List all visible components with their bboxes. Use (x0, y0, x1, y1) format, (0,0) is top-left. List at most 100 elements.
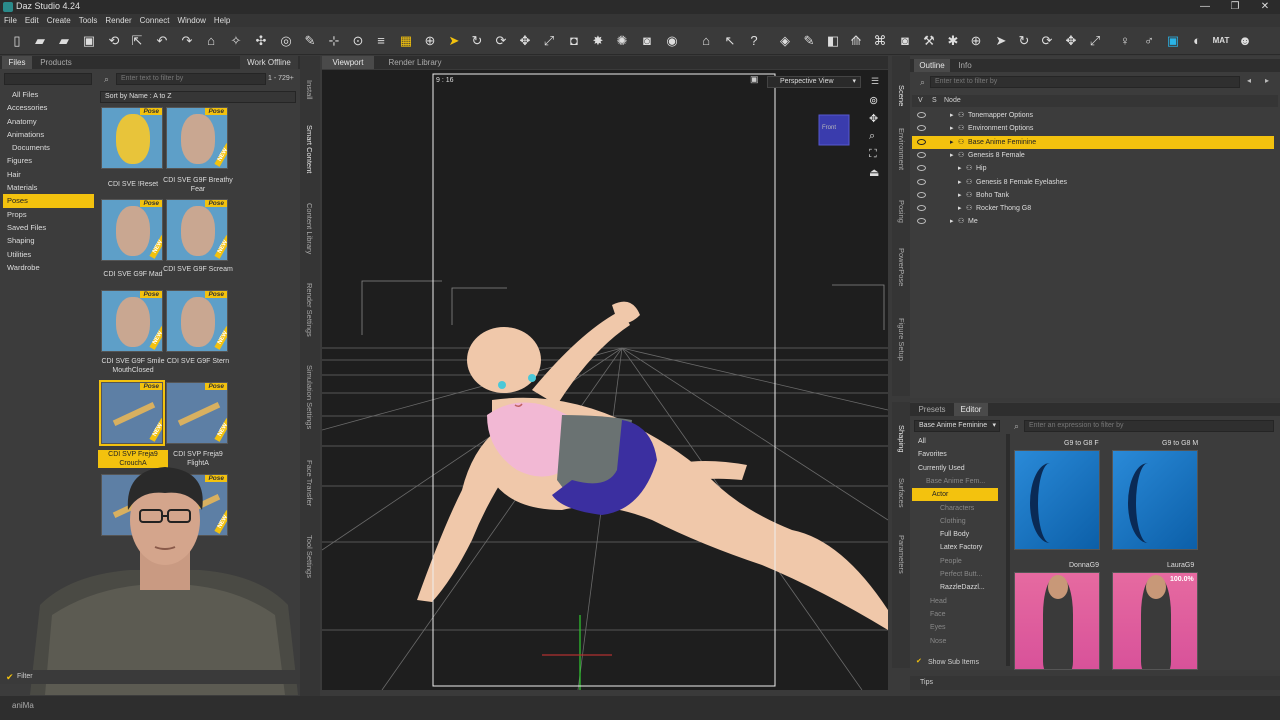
side-tab-powerpose[interactable]: PowerPose (896, 248, 906, 286)
visibility-eye-icon[interactable] (917, 125, 926, 132)
side-tab-shaping[interactable]: Shaping (896, 425, 906, 453)
filter-check-icon[interactable]: ✔ (6, 672, 14, 683)
camera-render-icon[interactable]: ◘ (565, 32, 583, 50)
asset-thumbnail[interactable]: Pose (101, 107, 163, 169)
asset-thumbnail[interactable]: Pose NEW (166, 199, 228, 261)
transfer-icon[interactable]: ◈ (776, 32, 794, 50)
list-scrollbar[interactable] (1006, 434, 1010, 666)
morph-icon[interactable]: ⌘ (871, 32, 889, 50)
scene-node-row[interactable]: ▸ ⚇ Tonemapper Options (912, 109, 1274, 122)
expand-arrow-icon[interactable]: ▸ (950, 136, 954, 149)
tab-outline[interactable]: Outline (914, 59, 950, 72)
geometry-editor-icon[interactable]: ◎ (277, 32, 295, 50)
back-arrow-icon[interactable]: ◂ (1247, 76, 1251, 85)
open-icon[interactable]: ▰ (31, 32, 49, 50)
category-item[interactable]: Hair (3, 168, 94, 181)
menu-create[interactable]: Create (47, 14, 71, 27)
expand-arrow-icon[interactable]: ▸ (950, 122, 954, 135)
visibility-eye-icon[interactable] (917, 165, 926, 172)
forward-arrow-icon[interactable]: ▸ (1265, 76, 1269, 85)
help-icon[interactable]: ? (745, 32, 763, 50)
preset-tile[interactable] (1014, 450, 1100, 550)
asset-thumbnail[interactable]: Pose NEW (166, 382, 228, 444)
side-tab-posing[interactable]: Posing (896, 200, 906, 223)
property-group-item[interactable]: Base Anime Fem... (912, 475, 998, 488)
surface-selection-icon[interactable]: ✎ (301, 32, 319, 50)
iray-icon[interactable]: ✺ (613, 32, 631, 50)
redo-icon[interactable]: ↷ (178, 32, 196, 50)
expand-arrow-icon[interactable]: ▸ (958, 202, 962, 215)
scene-node-row[interactable]: ▸ ⚇ Environment Options (912, 122, 1274, 135)
save-as-icon[interactable]: ⟲ (105, 32, 123, 50)
category-item[interactable]: Utilities (3, 248, 94, 261)
asset-thumbnail[interactable]: Pose NEW (166, 290, 228, 352)
tab-animate[interactable]: aniMa (12, 701, 34, 710)
property-group-item[interactable]: RazzleDazzl... (912, 581, 998, 594)
tab-products[interactable]: Products (34, 56, 78, 69)
frame-icon[interactable]: ⛶ (869, 148, 877, 161)
figure2-icon[interactable]: ♂ (1140, 32, 1158, 50)
visibility-eye-icon[interactable] (917, 218, 926, 225)
side-tab-parameters[interactable]: Parameters (896, 535, 906, 574)
tab-files[interactable]: Files (2, 56, 32, 69)
scale2-icon[interactable]: ⤢ (1086, 32, 1104, 50)
viewport-menu-icon[interactable]: ☰ (871, 76, 879, 87)
visibility-eye-icon[interactable] (917, 205, 926, 212)
side-tab-render-settings[interactable]: Render Settings (304, 283, 314, 337)
scene-node-row[interactable]: ▸ ⚇ Rocker Thong G8 (912, 202, 1274, 215)
export-icon[interactable]: ⇱ (128, 32, 146, 50)
property-group-item[interactable]: Head (912, 595, 998, 608)
tab-render-library[interactable]: Render Library (380, 56, 450, 69)
side-tab-simulation-settings[interactable]: Simulation Settings (304, 365, 314, 429)
pan-icon[interactable]: ✥ (869, 112, 878, 125)
rotate-tool-icon[interactable]: ↻ (468, 32, 486, 50)
menu-tools[interactable]: Tools (79, 14, 98, 27)
side-tab-surfaces[interactable]: Surfaces (896, 478, 906, 508)
menu-help[interactable]: Help (214, 14, 230, 27)
visibility-eye-icon[interactable] (917, 178, 926, 185)
undo-icon[interactable]: ↶ (153, 32, 171, 50)
zoom-icon[interactable]: ⌕ (869, 130, 875, 143)
universal2-icon[interactable]: ⊕ (967, 32, 985, 50)
category-item[interactable]: Saved Files (3, 221, 94, 234)
side-tab-tool-settings[interactable]: Tool Settings (304, 535, 314, 578)
joint-editor-icon[interactable]: ✧ (227, 32, 245, 50)
menu-edit[interactable]: Edit (25, 14, 39, 27)
figure-dropdown[interactable]: Base Anime Feminine ▾ (914, 420, 1000, 432)
tips-tab[interactable]: Tips (920, 679, 933, 686)
maximize-icon[interactable]: ❐ (1220, 0, 1250, 14)
render-settings-icon[interactable]: ◙ (638, 32, 656, 50)
side-tab-figure-setup[interactable]: Figure Setup (896, 318, 906, 361)
node-tool-icon[interactable]: ▦ (397, 32, 415, 50)
show-sub-items[interactable]: ✔ Show Sub Items (912, 657, 1002, 669)
property-group-item[interactable]: Clothing (912, 515, 998, 528)
expand-arrow-icon[interactable]: ▸ (950, 109, 954, 122)
side-tab-scene[interactable]: Scene (896, 85, 906, 106)
pose-icon[interactable]: ⚒ (920, 32, 938, 50)
scene-filter-input[interactable]: Enter text to filter by (930, 76, 1240, 88)
expand-arrow-icon[interactable]: ▸ (950, 215, 954, 228)
asset-thumbnail[interactable]: Pose NEW (99, 380, 165, 446)
scene-node-row[interactable]: ▸ ⚇ Hip (912, 162, 1274, 175)
category-item[interactable]: Figures (3, 154, 94, 167)
help-query-icon[interactable]: ↖ (721, 32, 739, 50)
scene-node-row[interactable]: ▸ ⚇ Me (912, 215, 1274, 228)
mirror-icon[interactable]: ◧ (824, 32, 842, 50)
pointer2-icon[interactable]: ➤ (992, 32, 1010, 50)
3d-viewport[interactable]: 9 : 16 Front Perspective View ▾ ▣ ☰ ⊚ ✥ … (322, 70, 888, 690)
tab-editor[interactable]: Editor (954, 403, 988, 416)
translate2-icon[interactable]: ✥ (1062, 32, 1080, 50)
reset-view-icon[interactable]: ⏏ (869, 166, 879, 179)
menu-connect[interactable]: Connect (140, 14, 170, 27)
visibility-eye-icon[interactable] (917, 138, 926, 145)
work-offline-button[interactable]: Work Offline (240, 56, 298, 69)
category-item[interactable]: Materials (3, 181, 94, 194)
preset-tile[interactable] (1014, 572, 1100, 670)
camera-dropdown[interactable]: Perspective View ▾ (767, 76, 861, 88)
merge-icon[interactable]: ▰ (55, 32, 73, 50)
editor-filter-input[interactable]: Enter an expression to filter by (1024, 420, 1274, 432)
tab-presets[interactable]: Presets (914, 403, 950, 416)
rotate2-icon[interactable]: ↻ (1015, 32, 1033, 50)
preset-tile[interactable] (1112, 450, 1198, 550)
visibility-eye-icon[interactable] (917, 151, 926, 158)
